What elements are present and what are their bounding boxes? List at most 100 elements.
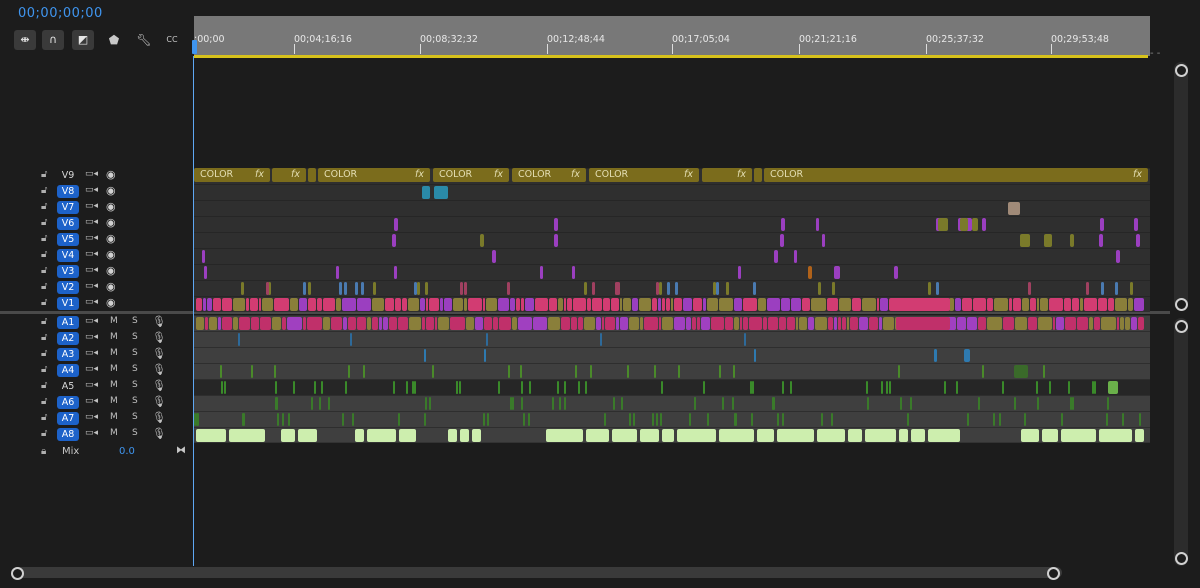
clip[interactable] (1002, 381, 1004, 394)
clip[interactable] (422, 186, 430, 199)
clip[interactable] (336, 298, 341, 311)
clip[interactable] (832, 282, 835, 295)
clip[interactable] (1021, 429, 1039, 442)
clip[interactable] (1030, 298, 1036, 311)
clip[interactable] (554, 218, 558, 231)
sync-lock-icon[interactable]: ▭◂ (85, 364, 98, 374)
track-lock-icon[interactable]: 🔓︎ (41, 428, 47, 439)
clip[interactable] (1100, 218, 1104, 231)
clip[interactable] (811, 298, 826, 311)
clip[interactable] (282, 317, 286, 330)
clip[interactable] (238, 333, 240, 346)
clip[interactable] (554, 234, 558, 247)
clip[interactable] (314, 381, 316, 394)
clip[interactable] (475, 317, 483, 330)
clip[interactable] (540, 266, 543, 279)
clip[interactable] (417, 282, 420, 295)
clip[interactable] (659, 282, 662, 295)
clip[interactable] (549, 298, 557, 311)
clip[interactable] (713, 282, 716, 295)
microphone-icon[interactable]: 🎙︎ (152, 363, 166, 376)
clip[interactable] (1042, 429, 1058, 442)
clip[interactable] (1115, 282, 1118, 295)
clip[interactable] (525, 298, 534, 311)
sync-lock-icon[interactable]: ▭◂ (85, 249, 98, 259)
clip[interactable] (518, 317, 532, 330)
track-lock-icon[interactable]: 🔓︎ (41, 380, 47, 391)
clip[interactable] (213, 298, 221, 311)
clip[interactable] (1099, 234, 1103, 247)
audio-track-lane-a6[interactable] (194, 395, 1150, 411)
solo-button[interactable]: S (132, 332, 138, 342)
clip[interactable] (633, 413, 635, 426)
clip[interactable] (660, 413, 662, 426)
clip[interactable] (896, 317, 950, 330)
clip[interactable] (1094, 317, 1100, 330)
clip[interactable] (299, 298, 307, 311)
clip[interactable] (725, 317, 733, 330)
clip[interactable] (847, 317, 849, 330)
clip[interactable] (654, 365, 656, 378)
sync-lock-icon[interactable]: ▭◂ (85, 281, 98, 291)
clip[interactable] (898, 365, 900, 378)
clip[interactable] (464, 282, 467, 295)
clip[interactable] (246, 298, 249, 311)
clip[interactable] (982, 365, 984, 378)
clip[interactable] (484, 349, 486, 362)
clip[interactable] (791, 298, 801, 311)
clip[interactable] (928, 282, 931, 295)
clip[interactable] (422, 317, 425, 330)
video-track-lane-v2[interactable] (194, 280, 1150, 296)
clip[interactable] (492, 250, 496, 263)
clip[interactable] (372, 317, 378, 330)
clip[interactable] (573, 298, 586, 311)
clip[interactable] (703, 381, 705, 394)
work-area-bar[interactable] (194, 55, 1148, 58)
clip[interactable] (355, 429, 364, 442)
sync-lock-icon[interactable]: ▭◂ (85, 185, 98, 195)
clip[interactable] (866, 381, 868, 394)
clip[interactable] (790, 381, 792, 394)
audio-track-lane-a1[interactable] (194, 315, 1150, 331)
clip[interactable] (1117, 317, 1119, 330)
clip[interactable] (733, 365, 735, 378)
clip[interactable] (483, 298, 485, 311)
track-lock-icon[interactable]: 🔓︎ (41, 217, 47, 228)
playhead-handle[interactable] (192, 40, 197, 54)
clip[interactable] (343, 317, 347, 330)
track-target-toggle[interactable]: V1 (57, 297, 79, 310)
clip[interactable] (740, 317, 742, 330)
clip[interactable] (1138, 317, 1144, 330)
eye-icon[interactable]: ◉ (106, 280, 116, 293)
clip[interactable] (1101, 317, 1116, 330)
clip[interactable] (1015, 317, 1027, 330)
clip[interactable] (862, 298, 876, 311)
clip[interactable] (1053, 317, 1055, 330)
clip[interactable] (1024, 413, 1026, 426)
clip[interactable] (266, 282, 269, 295)
track-target-toggle[interactable]: A3 (57, 348, 79, 361)
clip[interactable] (1108, 381, 1118, 394)
clip[interactable] (1028, 282, 1031, 295)
clip[interactable] (207, 298, 212, 311)
clip[interactable] (652, 413, 654, 426)
clip[interactable] (233, 298, 245, 311)
clip[interactable] (350, 333, 352, 346)
clip[interactable] (239, 317, 250, 330)
sync-lock-icon[interactable]: ▭◂ (85, 233, 98, 243)
clip[interactable] (1020, 234, 1030, 247)
clip[interactable] (661, 381, 663, 394)
clip[interactable] (1077, 317, 1088, 330)
clip[interactable] (839, 298, 851, 311)
track-lock-icon[interactable]: 🔓︎ (41, 185, 47, 196)
solo-button[interactable]: S (132, 364, 138, 374)
clip[interactable] (732, 397, 734, 410)
clip[interactable] (1036, 381, 1038, 394)
clip[interactable] (203, 298, 206, 311)
clip[interactable] (896, 298, 950, 311)
clip[interactable] (1065, 317, 1076, 330)
clip[interactable] (773, 397, 775, 410)
clip[interactable] (1044, 234, 1052, 247)
clip[interactable] (782, 381, 784, 394)
clip[interactable] (662, 429, 674, 442)
